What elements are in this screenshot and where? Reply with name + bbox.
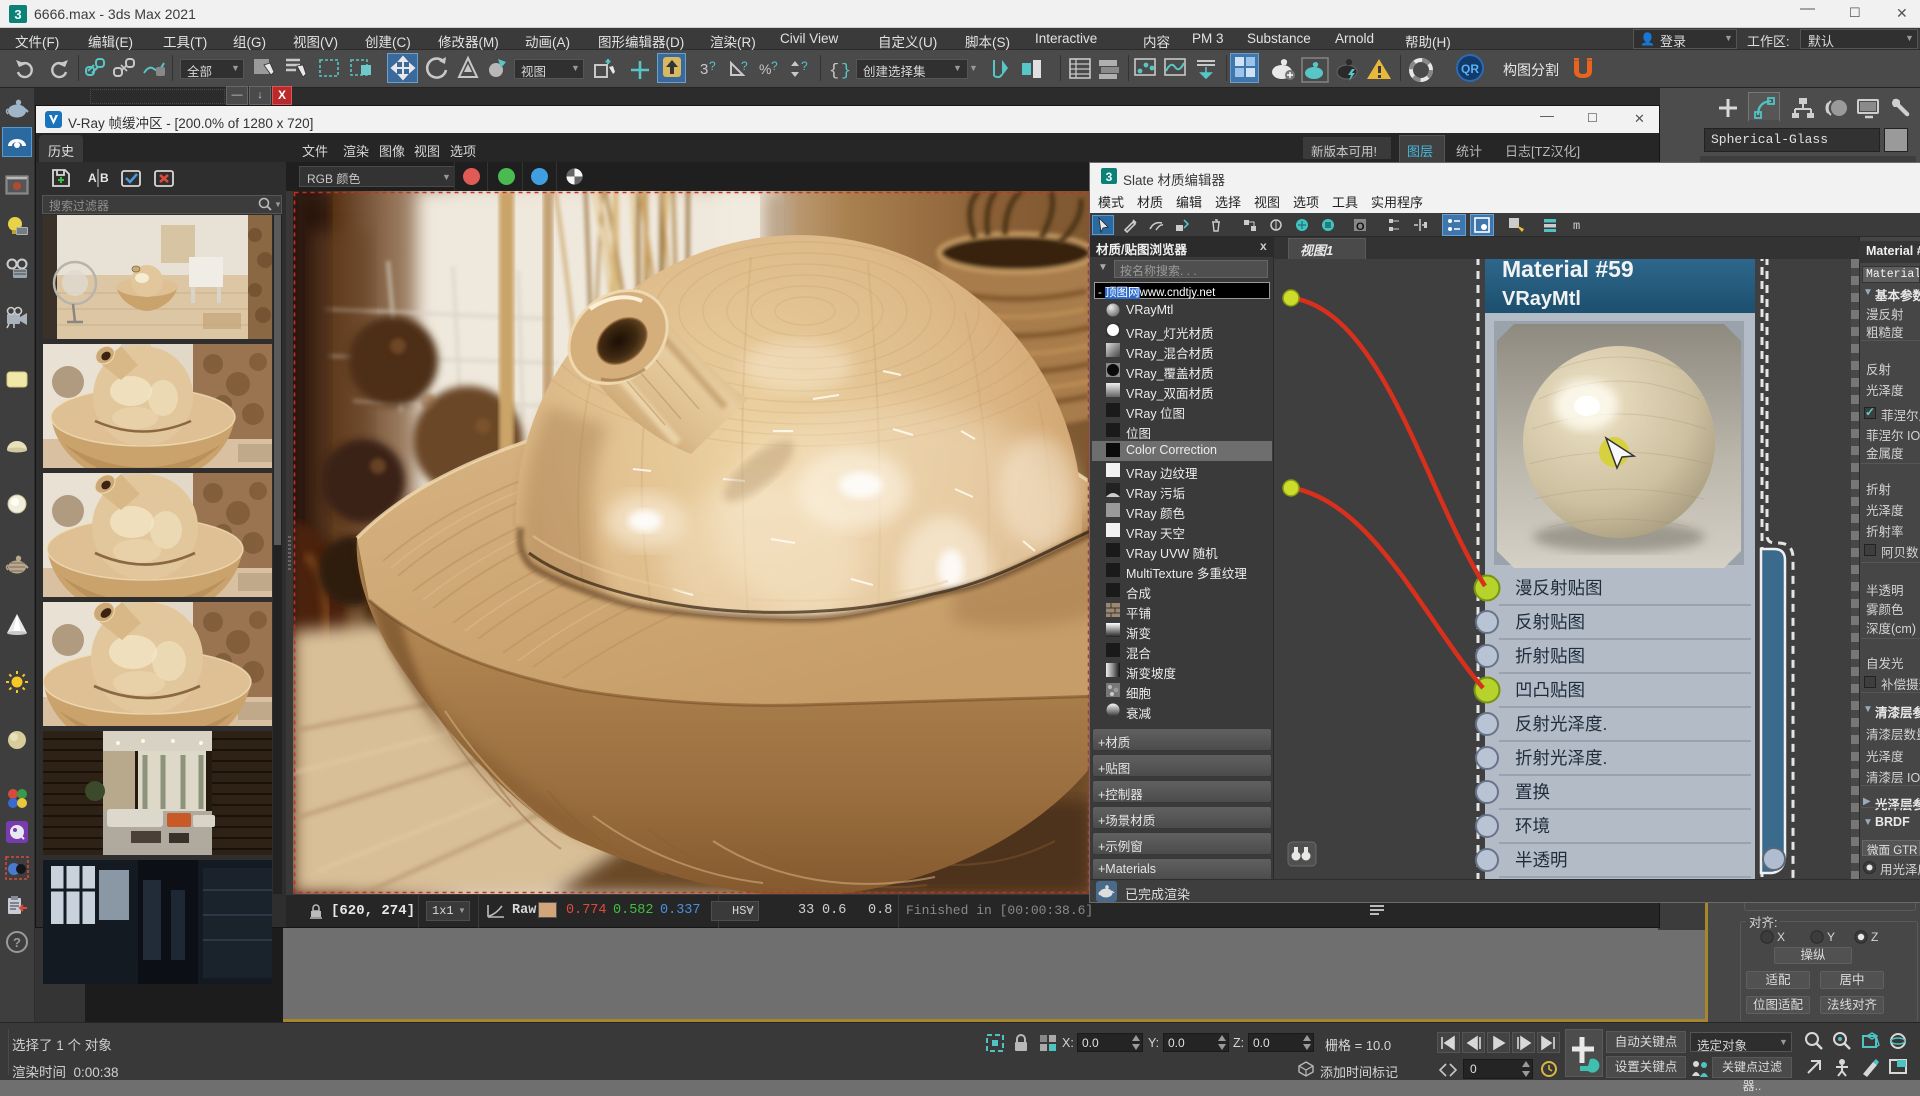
svg-text:%: % [759, 61, 771, 77]
svg-text:3: 3 [1106, 170, 1113, 184]
svg-text:半透明: 半透明 [1515, 850, 1568, 870]
svg-text:?: ? [771, 59, 778, 73]
svg-text:VRayMtl: VRayMtl [1502, 288, 1581, 310]
svg-text:A: A [88, 171, 97, 185]
svg-text:3: 3 [14, 7, 21, 22]
svg-text:Material #59: Material #59 [1502, 259, 1634, 282]
svg-text:反射光泽度.: 反射光泽度. [1515, 714, 1607, 734]
svg-text:置换: 置换 [1515, 782, 1550, 802]
svg-text:环境: 环境 [1515, 816, 1550, 836]
svg-text:折射贴图: 折射贴图 [1515, 646, 1585, 666]
svg-text:?: ? [13, 935, 21, 950]
svg-text:QR: QR [1461, 62, 1479, 76]
svg-text:3: 3 [700, 61, 708, 78]
svg-text:O: O [1356, 221, 1365, 233]
svg-text:?: ? [741, 59, 748, 73]
svg-text:?: ? [709, 59, 716, 73]
svg-text:m: m [1573, 219, 1580, 233]
svg-text:}: } [841, 62, 851, 81]
svg-text:?: ? [801, 59, 808, 73]
svg-text:反射贴图: 反射贴图 [1515, 612, 1585, 632]
svg-text:漫反射贴图: 漫反射贴图 [1515, 578, 1603, 598]
svg-text:{: { [829, 62, 839, 81]
svg-text:B: B [100, 171, 109, 185]
svg-text:折射光泽度.: 折射光泽度. [1515, 748, 1607, 768]
svg-text:凹凸贴图: 凹凸贴图 [1515, 680, 1585, 700]
